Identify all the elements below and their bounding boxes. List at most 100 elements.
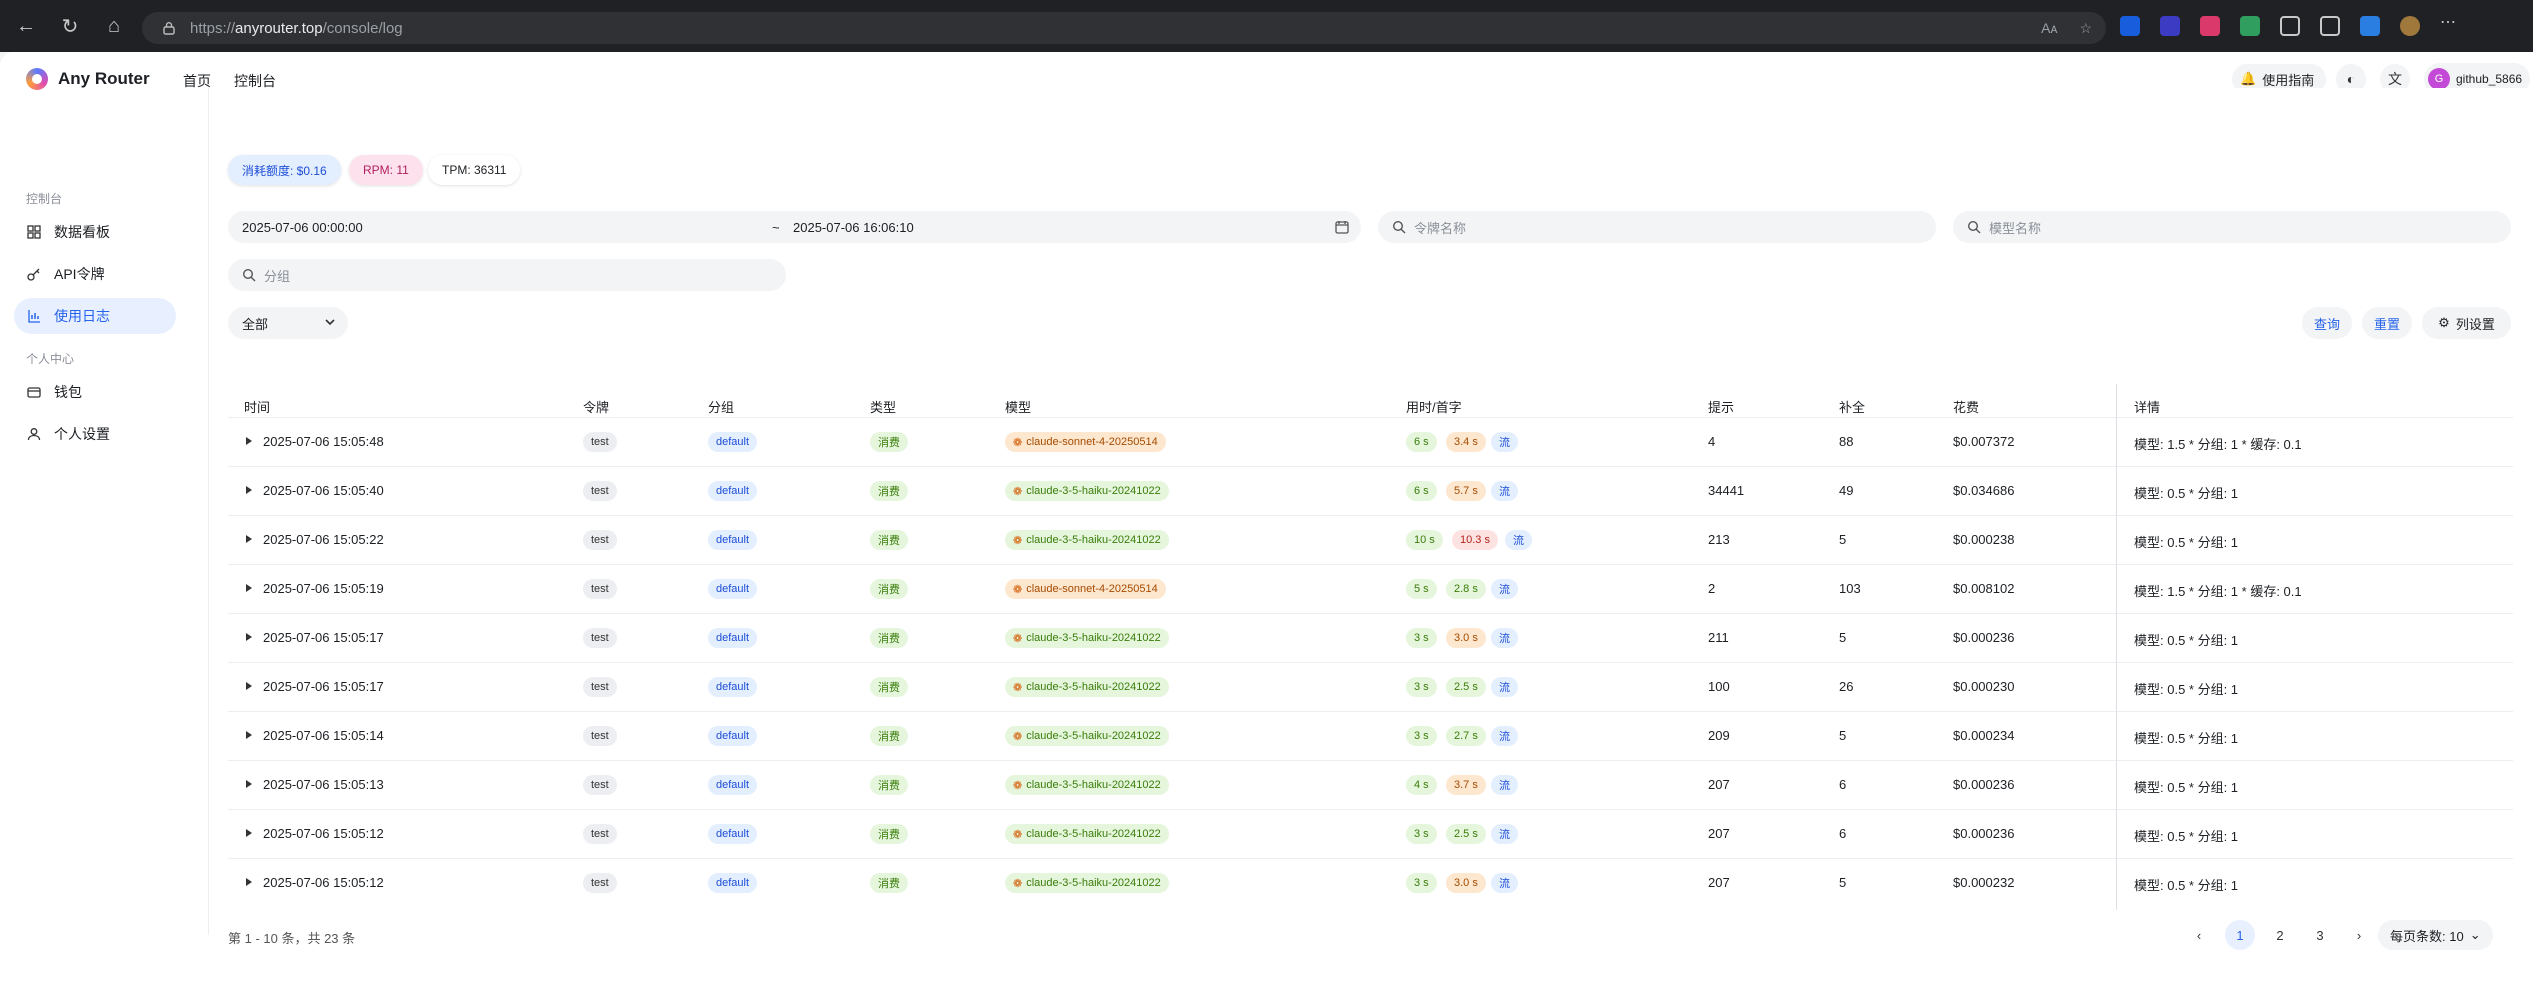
- sidebar-item-wallet[interactable]: 钱包: [14, 374, 176, 410]
- table-row[interactable]: 2025-07-06 15:05:22 test default 消费 ❁ cla…: [228, 515, 2513, 564]
- row-use-time: 5 s: [1406, 579, 1437, 599]
- col-prompt[interactable]: 提示: [1708, 397, 1734, 416]
- sidebar-item-label: 钱包: [54, 384, 82, 400]
- table-row[interactable]: 2025-07-06 15:05:12 test default 消费 ❁ cla…: [228, 809, 2513, 858]
- expand-row-icon[interactable]: [246, 829, 252, 837]
- user-icon: [26, 426, 42, 442]
- row-completion: 103: [1839, 581, 1861, 596]
- sidebar-section-personal: 个人中心: [26, 352, 75, 366]
- row-detail: 模型: 0.5 * 分组: 1: [2134, 486, 2239, 501]
- table-row[interactable]: 2025-07-06 15:05:17 test default 消费 ❁ cla…: [228, 613, 2513, 662]
- table-row[interactable]: 2025-07-06 15:05:17 test default 消费 ❁ cla…: [228, 662, 2513, 711]
- model-name-input[interactable]: 模型名称: [1953, 211, 2511, 243]
- table-row[interactable]: 2025-07-06 15:05:40 test default 消费 ❁ cla…: [228, 466, 2513, 515]
- nav-home[interactable]: 首页: [183, 71, 211, 91]
- profile-avatar-icon[interactable]: [2400, 16, 2420, 36]
- table-row[interactable]: 2025-07-06 15:05:12 test default 消费 ❁ cla…: [228, 858, 2513, 907]
- row-time: 2025-07-06 15:05:48: [263, 434, 384, 449]
- row-time: 2025-07-06 15:05:22: [263, 532, 384, 547]
- site-info-icon[interactable]: [162, 21, 176, 35]
- query-button[interactable]: 查询: [2302, 307, 2352, 339]
- sidebar-item-personal-settings[interactable]: 个人设置: [14, 416, 176, 452]
- calendar-icon[interactable]: [1335, 220, 1349, 237]
- reload-icon[interactable]: ↻: [52, 8, 88, 44]
- row-time: 2025-07-06 15:05:13: [263, 777, 384, 792]
- group-input[interactable]: 分组: [228, 259, 786, 291]
- row-first-token: 3.7 s: [1446, 775, 1486, 795]
- row-first-token: 2.5 s: [1446, 677, 1486, 697]
- prev-page-button[interactable]: ‹: [2184, 920, 2214, 950]
- expand-row-icon[interactable]: [246, 486, 252, 494]
- address-bar[interactable]: https://anyrouter.top/console/log Aᴀ ☆: [142, 12, 2106, 44]
- bitwarden-extension-icon[interactable]: [2120, 16, 2140, 36]
- avatar: G: [2428, 68, 2450, 90]
- sidebar-item-dashboard[interactable]: 数据看板: [14, 214, 176, 250]
- col-token[interactable]: 令牌: [583, 397, 609, 416]
- extension-icon[interactable]: [2240, 16, 2260, 36]
- page-button-3[interactable]: 3: [2305, 920, 2335, 950]
- row-group: default: [708, 628, 758, 648]
- expand-row-icon[interactable]: [246, 878, 252, 886]
- expand-row-icon[interactable]: [246, 731, 252, 739]
- row-use-time: 3 s: [1406, 677, 1437, 697]
- expand-row-icon[interactable]: [246, 584, 252, 592]
- reset-button[interactable]: 重置: [2362, 307, 2412, 339]
- row-use-time: 6 s: [1406, 432, 1437, 452]
- back-icon[interactable]: ←: [8, 8, 44, 44]
- log-type-select[interactable]: 全部: [228, 307, 348, 339]
- page-size-select[interactable]: 每页条数: 10 ⌄: [2378, 920, 2493, 950]
- table-row[interactable]: 2025-07-06 15:05:13 test default 消费 ❁ cla…: [228, 760, 2513, 809]
- expand-row-icon[interactable]: [246, 437, 252, 445]
- favorites-icon[interactable]: [2320, 16, 2340, 36]
- column-settings-button[interactable]: ⚙ 列设置: [2422, 307, 2511, 339]
- row-group: default: [708, 432, 758, 452]
- expand-row-icon[interactable]: [246, 633, 252, 641]
- extension-icon[interactable]: [2160, 16, 2180, 36]
- page-size-label: 每页条数: 10: [2390, 928, 2464, 944]
- read-aloud-icon[interactable]: Aᴀ: [2041, 20, 2057, 37]
- search-icon: [1967, 220, 1981, 234]
- brand-logo-icon[interactable]: [26, 68, 48, 90]
- col-cost[interactable]: 花费: [1953, 397, 1979, 416]
- column-settings-label: 列设置: [2455, 316, 2495, 332]
- col-duration[interactable]: 用时/首字: [1406, 397, 1462, 416]
- model-star-icon: ❁: [1013, 436, 1023, 449]
- col-group[interactable]: 分组: [708, 397, 734, 416]
- date-range-picker[interactable]: 2025-07-06 00:00:00 ~ 2025-07-06 16:06:1…: [228, 211, 1361, 243]
- col-time[interactable]: 时间: [244, 397, 270, 416]
- row-type: 消费: [870, 726, 908, 746]
- row-first-token: 3.4 s: [1446, 432, 1486, 452]
- row-model: ❁ claude-3-5-haiku-20241022: [1005, 677, 1169, 697]
- more-menu-icon[interactable]: ⋯: [2440, 15, 2460, 36]
- page-button-2[interactable]: 2: [2265, 920, 2295, 950]
- extensions-puzzle-icon[interactable]: [2280, 16, 2300, 36]
- table-row[interactable]: 2025-07-06 15:05:14 test default 消费 ❁ cla…: [228, 711, 2513, 760]
- sidebar-item-api-tokens[interactable]: API令牌: [14, 256, 176, 292]
- token-name-input[interactable]: 令牌名称: [1378, 211, 1936, 243]
- home-icon[interactable]: ⌂: [96, 8, 132, 44]
- table-row[interactable]: 2025-07-06 15:05:19 test default 消费 ❁ cla…: [228, 564, 2513, 613]
- next-page-button[interactable]: ›: [2344, 920, 2374, 950]
- sidebar-item-usage-log[interactable]: 使用日志: [14, 298, 176, 334]
- expand-row-icon[interactable]: [246, 682, 252, 690]
- col-detail[interactable]: 详情: [2134, 397, 2160, 416]
- row-detail: 模型: 0.5 * 分组: 1: [2134, 829, 2239, 844]
- sidebar-item-label: 数据看板: [54, 224, 110, 240]
- expand-row-icon[interactable]: [246, 535, 252, 543]
- page-button-1[interactable]: 1: [2225, 920, 2255, 950]
- favorite-star-icon[interactable]: ☆: [2079, 20, 2092, 37]
- expand-row-icon[interactable]: [246, 780, 252, 788]
- sidebar-item-label: API令牌: [54, 266, 105, 282]
- table-row[interactable]: 2025-07-06 15:05:48 test default 消费 ❁ cla…: [228, 417, 2513, 466]
- row-use-time: 3 s: [1406, 726, 1437, 746]
- extension-icon[interactable]: [2200, 16, 2220, 36]
- row-stream: 流: [1491, 726, 1518, 746]
- col-model[interactable]: 模型: [1005, 397, 1031, 416]
- model-name-placeholder: 模型名称: [1989, 220, 2042, 236]
- col-type[interactable]: 类型: [870, 397, 896, 416]
- collections-icon[interactable]: [2360, 16, 2380, 36]
- col-completion[interactable]: 补全: [1839, 397, 1865, 416]
- brand-name[interactable]: Any Router: [58, 69, 150, 89]
- row-token: test: [583, 628, 617, 648]
- row-cost: $0.007372: [1953, 434, 2015, 449]
